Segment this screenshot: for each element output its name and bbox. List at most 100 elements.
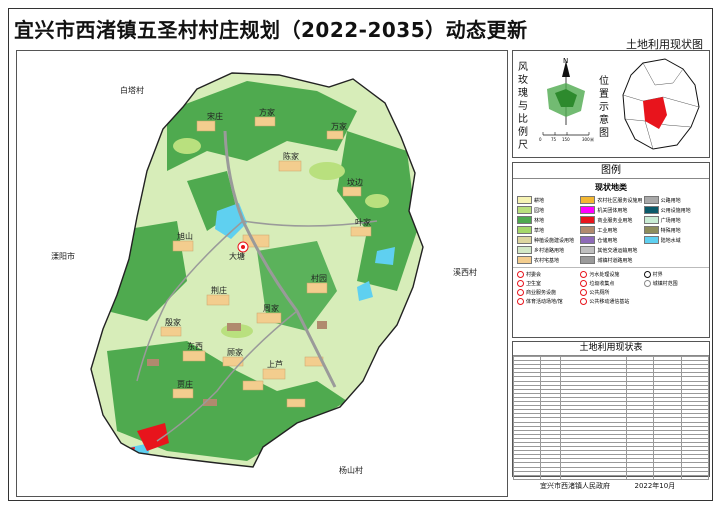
village-label: 上芦 (267, 360, 283, 369)
legend-item: 特殊用地 (643, 226, 705, 234)
symbol-icon (643, 271, 651, 278)
legend-swatch (517, 256, 532, 264)
legend-symbol: 城镇村范围 (643, 280, 705, 287)
symbol-label: 商业服务设施 (526, 290, 557, 296)
legend-symbol: 村界 (643, 271, 705, 278)
legend-item: 园地 (517, 206, 578, 214)
symbol-icon (643, 280, 651, 287)
symbol-icon (580, 298, 588, 305)
compass-label: 风玫瑰与比例尺 (518, 62, 528, 151)
legend-item (644, 246, 705, 254)
symbol-icon (580, 280, 588, 287)
village-label: 陈家 (283, 152, 299, 161)
legend-label: 园地 (534, 207, 545, 214)
legend-swatch (580, 216, 596, 224)
legend-item: 公路用地 (643, 196, 705, 204)
legend-label: 商业服务业用地 (597, 217, 633, 224)
legend-item: 乡村道路用地 (517, 246, 578, 254)
village-label: 村园 (311, 274, 327, 283)
scale-tick-0: 0 (539, 137, 542, 142)
legend-swatch (517, 216, 532, 224)
legend-swatch (643, 226, 659, 234)
legend-label: 农村宅基地 (534, 257, 560, 264)
legend-swatch (517, 236, 532, 244)
symbol-label: 公共移动通信基站 (589, 299, 630, 305)
village-label: 大塘 (229, 252, 245, 261)
legend-label: 公路用地 (660, 197, 681, 204)
legend-symbol: 垃圾收集点 (580, 280, 641, 287)
legend-label: 广场用地 (660, 217, 681, 224)
legend-swatch (517, 246, 532, 254)
legend-symbol: 商业服务设施 (517, 289, 578, 296)
symbol-label: 村界 (652, 272, 663, 278)
place-baita: 白塔村 (120, 86, 144, 95)
legend-symbol: 体育活动场地/馆 (517, 298, 578, 305)
map-footer: 宜兴市西渚镇人民政府 2022年10月 (540, 481, 675, 491)
legend-item: 其他交通运输用地 (580, 246, 641, 254)
symbol-icon (517, 280, 524, 287)
legend-label: 草地 (534, 227, 545, 234)
legend-subtitle: 现状地类 (595, 183, 627, 192)
legend-swatch (643, 206, 659, 214)
legend-item: 机关团体用地 (580, 206, 641, 214)
legend-item (644, 256, 705, 264)
table-title: 土地利用现状表 (513, 342, 709, 356)
legend-swatch (643, 216, 659, 224)
legend-label: 其他交通运输用地 (597, 247, 638, 254)
table-cell (540, 474, 561, 480)
legend-label: 林地 (534, 217, 545, 224)
legend-item: 农村宅基地 (517, 256, 578, 264)
legend-swatch (580, 196, 596, 204)
inset-panel: 风玫瑰与比例尺 N 0 75 150 300 米 位置示意图 (512, 50, 710, 158)
village-label: 叶家 (355, 218, 371, 227)
village-label: 宋庄 (207, 112, 223, 121)
village-label: 荆庄 (211, 286, 227, 295)
legend-swatch (580, 206, 596, 214)
map-title: 宜兴市西渚镇五圣村村庄规划（2022-2035）动态更新 (14, 18, 528, 42)
legend-label: 陆地水域 (660, 237, 681, 244)
legend-symbols: 村委会 污水处理设施 村界 卫生室 垃圾收集点 城镇村范围 商业服务设施 公共厕所 体育活动场地… (513, 267, 709, 308)
legend-symbol: 污水处理设施 (580, 271, 641, 278)
scale-tick-2: 150 (562, 137, 570, 142)
symbol-icon (580, 271, 588, 278)
legend-label: 耕地 (534, 197, 545, 204)
legend-item: 广场用地 (643, 216, 705, 224)
place-liyang: 溧阳市 (51, 252, 75, 261)
legend-swatch (643, 236, 659, 244)
village-label: 万家 (331, 122, 347, 131)
village-label: 旭山 (177, 232, 193, 241)
legend-label: 农村社区服务设施用地 (597, 197, 642, 204)
legend-label: 种植设施建设用地 (534, 237, 575, 244)
village-label: 顾家 (227, 348, 243, 357)
legend-swatch (643, 196, 659, 204)
legend-symbol (644, 298, 705, 305)
location-inset (622, 58, 700, 150)
legend-item: 种植设施建设用地 (517, 236, 578, 244)
north-label: N (563, 57, 569, 65)
legend-label: 工业用地 (597, 227, 618, 234)
table-cell (559, 474, 628, 480)
land-use-table: 土地利用现状表 (512, 341, 710, 480)
place-yangshan: 杨山村 (339, 466, 363, 475)
village-label: 贾庄 (177, 380, 193, 389)
symbol-label: 村委会 (526, 272, 542, 278)
legend-item: 城镇村道路用地 (580, 256, 641, 264)
legend-item: 草地 (517, 226, 578, 234)
legend-item: 公用设施用地 (643, 206, 705, 214)
scale-tick-3: 300 (582, 137, 590, 142)
table-cell (512, 474, 542, 480)
legend-item: 耕地 (517, 196, 578, 204)
main-map[interactable]: 白塔村 溧阳市 溪西村 杨山村 宋庄 方家 大塘 万家 陈家 坟边 旭山 叶家 … (16, 50, 508, 497)
legend-label: 乡村道路用地 (534, 247, 565, 254)
legend-item: 仓储用地 (580, 236, 641, 244)
legend-swatch (580, 236, 596, 244)
legend-swatch (517, 206, 532, 214)
symbol-label: 体育活动场地/馆 (526, 299, 563, 305)
table-row (512, 474, 710, 480)
scale-tick-1: 75 (551, 137, 557, 142)
legend-label: 公用设施用地 (660, 207, 691, 214)
legend-item: 林地 (517, 216, 578, 224)
symbol-label: 污水处理设施 (589, 272, 620, 278)
legend-item: 工业用地 (580, 226, 641, 234)
symbol-icon (580, 289, 588, 296)
